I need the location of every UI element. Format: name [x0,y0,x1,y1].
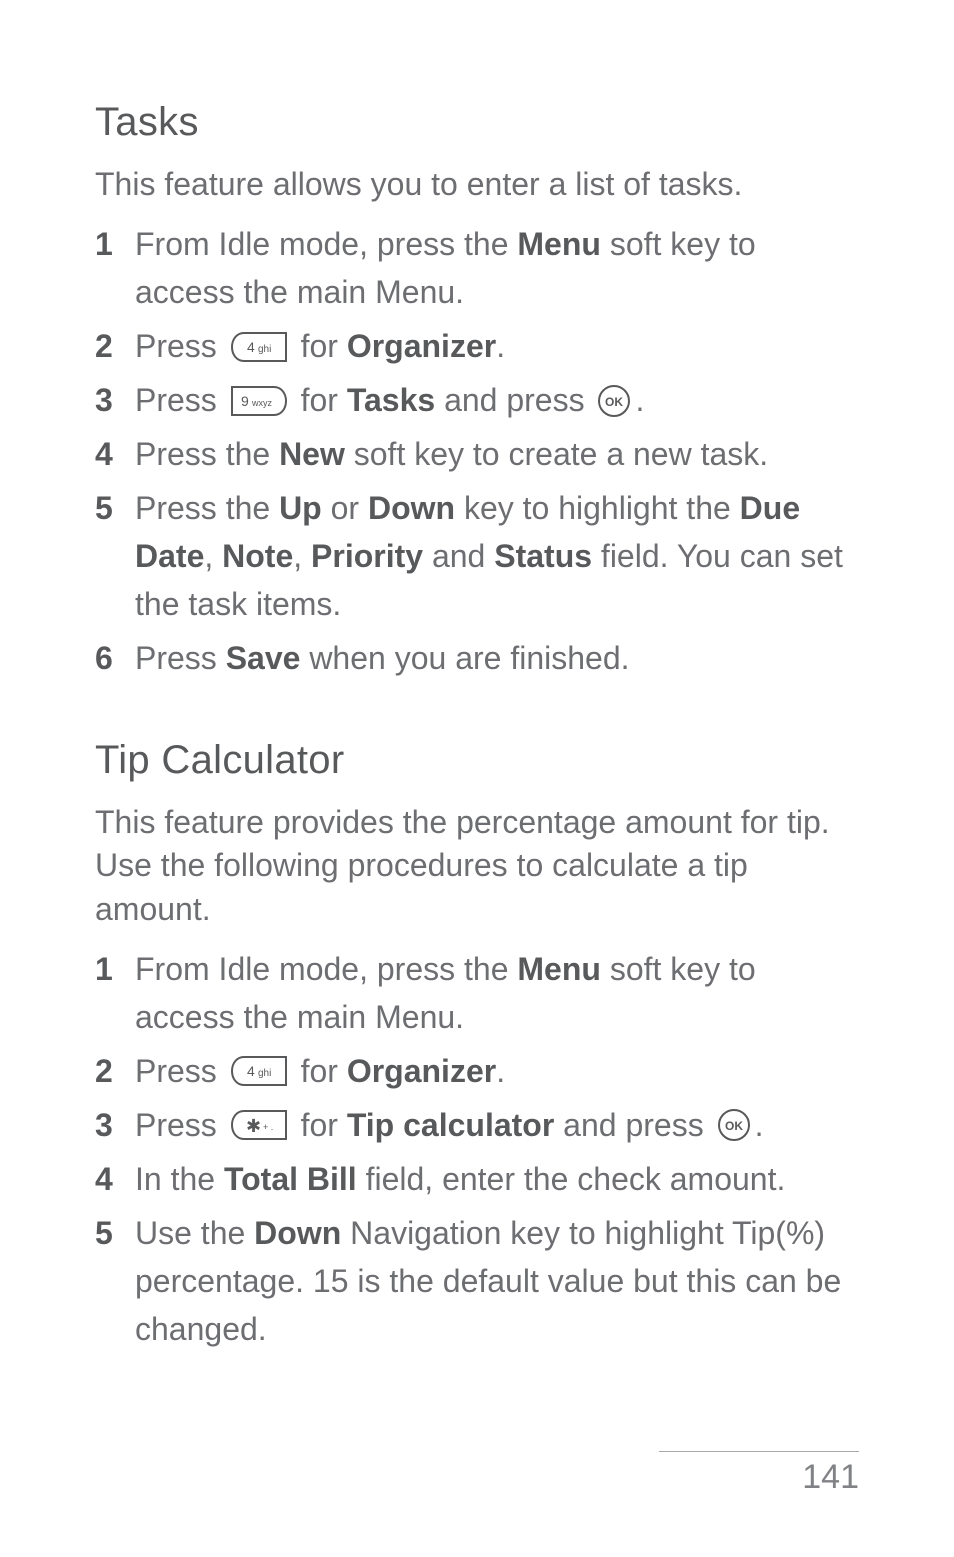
step-text: and press [554,1107,712,1143]
key-4ghi-icon: 4ghi [230,1055,288,1087]
step-number: 3 [95,376,113,424]
menu-bold: Menu [517,226,601,262]
step-number: 5 [95,484,113,532]
tip-step-1: 1 From Idle mode, press the Menu soft ke… [95,945,859,1041]
page-container: Tasks This feature allows you to enter a… [0,0,954,1557]
tipcalc-bold: Tip calculator [347,1107,554,1143]
step-text: for [292,1107,347,1143]
step-text: Use the [135,1215,254,1251]
step-number: 2 [95,322,113,370]
menu-bold: Menu [517,951,601,987]
key-ok-icon: OK [717,1108,751,1142]
step-number: 5 [95,1209,113,1257]
tasks-step-6: 6 Press Save when you are finished. [95,634,859,682]
tasks-step-4: 4 Press the New soft key to create a new… [95,430,859,478]
page-number: 141 [659,1458,859,1497]
step-text: and [423,538,494,574]
step-text: when you are finished. [300,640,629,676]
step-text: , [293,538,311,574]
page-number-rule [659,1451,859,1452]
step-number: 2 [95,1047,113,1095]
up-bold: Up [279,490,322,526]
step-text: From Idle mode, press the [135,951,517,987]
tip-intro-text: This feature provides the percentage amo… [95,801,859,931]
key-4ghi-icon: 4ghi [230,331,288,363]
key-ok-icon: OK [597,384,631,418]
svg-text:wxyz: wxyz [251,398,272,408]
step-text: From Idle mode, press the [135,226,517,262]
step-text: . [496,328,505,364]
tip-steps-list: 1 From Idle mode, press the Menu soft ke… [95,945,859,1353]
tip-step-5: 5 Use the Down Navigation key to highlig… [95,1209,859,1353]
tip-step-3: 3 Press ✱+ . for Tip calculator and pres… [95,1101,859,1149]
step-number: 1 [95,220,113,268]
step-text: . [496,1053,505,1089]
tasks-step-1: 1 From Idle mode, press the Menu soft ke… [95,220,859,316]
svg-text:OK: OK [605,395,623,409]
svg-text:4: 4 [247,339,255,355]
step-text: field, enter the check amount. [357,1161,786,1197]
step-number: 6 [95,634,113,682]
down-bold: Down [254,1215,341,1251]
svg-text:4: 4 [247,1063,255,1079]
step-text: for [292,1053,347,1089]
page-number-area: 141 [659,1451,859,1497]
tip-step-4: 4 In the Total Bill field, enter the che… [95,1155,859,1203]
new-bold: New [279,436,345,472]
down-bold: Down [368,490,455,526]
step-number: 4 [95,430,113,478]
note-bold: Note [222,538,293,574]
tasks-intro-text: This feature allows you to enter a list … [95,163,859,206]
svg-text:ghi: ghi [258,1068,271,1079]
step-text: Press [135,1053,226,1089]
step-text: or [322,490,368,526]
step-text: , [204,538,222,574]
tasks-step-2: 2 Press 4ghi for Organizer. [95,322,859,370]
step-text: Press [135,640,226,676]
tasks-bold: Tasks [347,382,435,418]
step-number: 4 [95,1155,113,1203]
tip-step-2: 2 Press 4ghi for Organizer. [95,1047,859,1095]
tasks-steps-list: 1 From Idle mode, press the Menu soft ke… [95,220,859,682]
step-text: for [292,328,347,364]
step-text: Press [135,382,226,418]
step-text: Press [135,328,226,364]
totalbill-bold: Total Bill [224,1161,357,1197]
tasks-heading: Tasks [95,100,859,145]
svg-text:ghi: ghi [258,344,271,355]
step-text: key to highlight the [455,490,740,526]
key-9wxyz-icon: 9wxyz [230,385,288,417]
step-text: . [635,382,644,418]
save-bold: Save [226,640,301,676]
svg-text:9: 9 [241,393,249,409]
status-bold: Status [494,538,592,574]
svg-text:+ .: + . [263,1122,273,1132]
tasks-step-5: 5 Press the Up or Down key to highlight … [95,484,859,628]
step-number: 1 [95,945,113,993]
step-text: soft key to create a new task. [345,436,768,472]
organizer-bold: Organizer [347,328,496,364]
tip-heading: Tip Calculator [95,738,859,783]
step-text: . [755,1107,764,1143]
step-text: and press [435,382,593,418]
svg-text:OK: OK [725,1119,743,1133]
step-text: for [292,382,347,418]
step-number: 3 [95,1101,113,1149]
tasks-step-3: 3 Press 9wxyz for Tasks and press OK. [95,376,859,424]
priority-bold: Priority [311,538,423,574]
svg-text:✱: ✱ [246,1116,261,1136]
step-text: Press the [135,436,279,472]
organizer-bold: Organizer [347,1053,496,1089]
step-text: Press the [135,490,279,526]
tip-section: Tip Calculator This feature provides the… [95,738,859,1353]
key-star-icon: ✱+ . [230,1109,288,1141]
step-text: In the [135,1161,224,1197]
step-text: Press [135,1107,226,1143]
